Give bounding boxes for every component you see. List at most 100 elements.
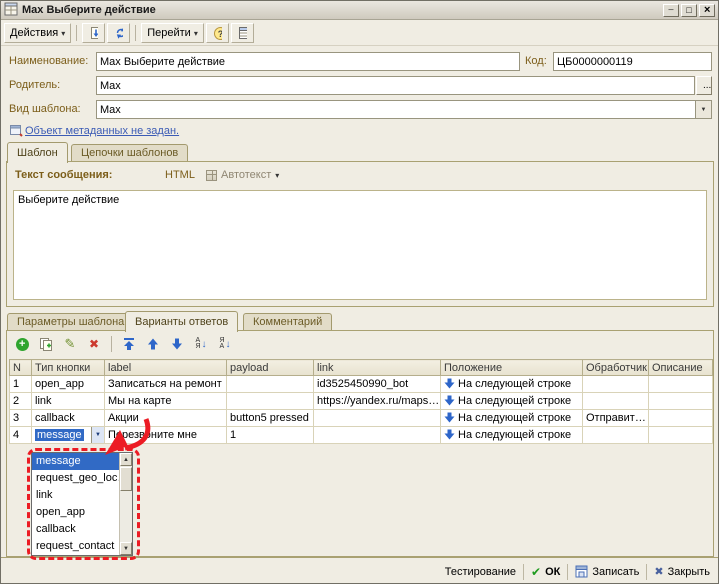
col-header-label[interactable]: label	[105, 360, 227, 376]
cell-payload[interactable]	[227, 376, 314, 393]
testing-button[interactable]: Тестирование	[445, 566, 516, 578]
sort-desc-button[interactable]	[215, 335, 235, 353]
move-down-icon	[170, 337, 184, 351]
reread-button[interactable]	[82, 23, 105, 43]
metadata-link[interactable]: Объект метаданных не задан.	[25, 125, 179, 137]
scroll-down-icon[interactable]	[120, 542, 132, 555]
ok-button[interactable]: ОК	[531, 565, 560, 579]
code-label: Код:	[525, 55, 547, 67]
refresh-button[interactable]	[107, 23, 130, 43]
save-button[interactable]: Записать	[575, 565, 639, 578]
cell-label[interactable]: Мы на карте	[105, 393, 227, 410]
code-input[interactable]	[553, 52, 712, 71]
name-input[interactable]	[96, 52, 520, 71]
document-arrow-icon	[89, 26, 98, 40]
cell-handler[interactable]: Отправит…	[583, 410, 649, 427]
close-x-icon	[654, 565, 663, 578]
statusbar: Тестирование ОК Записать Закрыть	[1, 557, 718, 584]
cell-description[interactable]	[649, 376, 713, 393]
dropdown-scrollbar[interactable]	[119, 453, 132, 555]
dropdown-item-link[interactable]: link	[32, 487, 119, 504]
statusbar-separator	[567, 564, 568, 580]
col-header-link[interactable]: link	[314, 360, 441, 376]
tab-answer-options[interactable]: Варианты ответов	[125, 311, 238, 332]
kind-dropdown-button[interactable]	[695, 101, 711, 118]
cell-payload[interactable]: button5 pressed	[227, 410, 314, 427]
actions-button[interactable]: Действия	[4, 23, 71, 43]
goto-button[interactable]: Перейти	[141, 23, 204, 43]
cell-payload[interactable]	[227, 393, 314, 410]
cell-label[interactable]: Акции	[105, 410, 227, 427]
cell-handler[interactable]	[583, 427, 649, 444]
col-header-description[interactable]: Описание	[649, 360, 713, 376]
kind-input[interactable]	[96, 100, 712, 119]
cell-position[interactable]: На следующей строке	[441, 410, 583, 427]
type-dropdown-button[interactable]	[91, 427, 104, 443]
dropdown-item-message[interactable]: message	[32, 453, 119, 470]
sort-asc-button[interactable]	[191, 335, 211, 353]
dropdown-item-callback[interactable]: callback	[32, 521, 119, 538]
move-down-button[interactable]	[167, 335, 187, 353]
minimize-button[interactable]	[663, 4, 679, 17]
metadata-icon	[9, 123, 23, 140]
cell-link[interactable]: id3525450990_bot	[314, 376, 441, 393]
list-button[interactable]	[231, 23, 254, 43]
close-window-button[interactable]: Закрыть	[654, 565, 710, 578]
add-row-button[interactable]	[12, 335, 32, 353]
cell-n[interactable]: 3	[10, 410, 32, 427]
tab-template[interactable]: Шаблон	[7, 142, 68, 163]
cell-type[interactable]: open_app	[32, 376, 105, 393]
cell-position[interactable]: На следующей строке	[441, 393, 583, 410]
move-up-button[interactable]	[143, 335, 163, 353]
tab-comment[interactable]: Комментарий	[243, 313, 332, 330]
parent-input[interactable]	[96, 76, 695, 95]
html-mode-button[interactable]: HTML	[165, 169, 195, 181]
list-icon	[238, 26, 247, 40]
dropdown-item-request-geo[interactable]: request_geo_loc…	[32, 470, 119, 487]
col-header-type[interactable]: Тип кнопки	[32, 360, 105, 376]
cell-type[interactable]: callback	[32, 410, 105, 427]
maximize-button[interactable]	[681, 4, 697, 17]
cell-n[interactable]: 4	[10, 427, 32, 444]
cell-type-editing[interactable]: message	[32, 427, 105, 444]
scroll-up-icon[interactable]	[120, 453, 132, 466]
tab-template-params[interactable]: Параметры шаблона	[7, 313, 134, 330]
cell-link[interactable]	[314, 410, 441, 427]
cell-type[interactable]: link	[32, 393, 105, 410]
dropdown-item-open-app[interactable]: open_app	[32, 504, 119, 521]
tab-template-chains[interactable]: Цепочки шаблонов	[71, 144, 188, 161]
help-button[interactable]: ?	[206, 23, 229, 43]
cell-n[interactable]: 1	[10, 376, 32, 393]
name-label: Наименование:	[9, 55, 88, 67]
delete-row-button[interactable]	[84, 335, 104, 353]
cell-position[interactable]: На следующей строке	[441, 376, 583, 393]
cell-label[interactable]: Перезвоните мне	[105, 427, 227, 444]
col-header-n[interactable]: N	[10, 360, 32, 376]
cell-description[interactable]	[649, 410, 713, 427]
copy-row-button[interactable]	[36, 335, 56, 353]
message-body-input[interactable]: Выберите действие	[13, 190, 707, 300]
col-header-handler[interactable]: Обработчик	[583, 360, 649, 376]
edit-row-button[interactable]	[60, 335, 80, 353]
close-button[interactable]	[699, 4, 715, 17]
cell-payload[interactable]: 1	[227, 427, 314, 444]
copy-icon	[39, 337, 54, 352]
parent-select-button[interactable]: ...	[696, 76, 712, 95]
titlebar[interactable]: Max Выберите действие	[1, 1, 718, 20]
autotext-button[interactable]: Автотекст	[203, 166, 282, 184]
cell-n[interactable]: 2	[10, 393, 32, 410]
dropdown-item-request-contact[interactable]: request_contact	[32, 538, 119, 555]
move-top-button[interactable]	[119, 335, 139, 353]
cell-description[interactable]	[649, 393, 713, 410]
cell-position[interactable]: На следующей строке	[441, 427, 583, 444]
cell-label[interactable]: Записаться на ремонт	[105, 376, 227, 393]
cell-handler[interactable]	[583, 393, 649, 410]
scroll-thumb[interactable]	[120, 467, 132, 491]
cell-description[interactable]	[649, 427, 713, 444]
col-header-payload[interactable]: payload	[227, 360, 314, 376]
cell-link[interactable]: https://yandex.ru/maps…	[314, 393, 441, 410]
arrow-down-icon	[444, 378, 455, 389]
col-header-position[interactable]: Положение	[441, 360, 583, 376]
cell-handler[interactable]	[583, 376, 649, 393]
cell-link[interactable]	[314, 427, 441, 444]
